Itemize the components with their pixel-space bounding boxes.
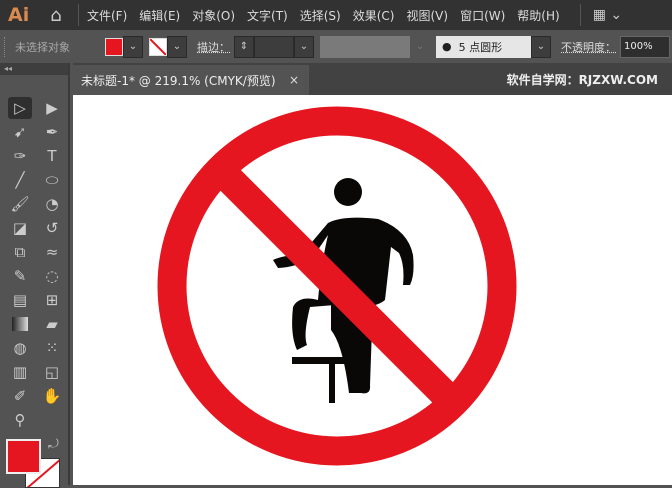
artboard-canvas[interactable] xyxy=(73,95,672,485)
artboard-tool-icon[interactable]: ◱ xyxy=(40,361,64,383)
app-logo: Ai xyxy=(8,4,30,26)
eyedropper-tool-icon[interactable]: ▰ xyxy=(40,313,64,335)
symbol-sprayer-tool-icon[interactable]: ⁙ xyxy=(40,337,64,359)
mesh-tool-icon[interactable]: ⊞ xyxy=(40,289,64,311)
type-tool-icon[interactable]: T xyxy=(40,145,64,167)
selection-tool-icon[interactable]: ▷ xyxy=(8,97,32,119)
workspace-switcher-icon[interactable]: ▦ ⌄ xyxy=(593,7,622,23)
zoom-tool-icon[interactable]: ⚲ xyxy=(8,409,32,431)
opacity-input[interactable]: 100% xyxy=(620,35,670,58)
home-icon[interactable]: ⌂ xyxy=(42,4,70,26)
brush-label: 5 点圆形 xyxy=(458,40,503,54)
column-graph-tool-icon[interactable]: ▥ xyxy=(8,361,32,383)
swap-colors-icon[interactable]: ⤾ xyxy=(48,437,59,452)
warp-tool-icon[interactable]: ≈ xyxy=(40,241,64,263)
document-tab[interactable]: 未标题-1* @ 219.1% (CMYK/预览) × xyxy=(73,65,309,95)
chevron-down-icon[interactable]: ⌄ xyxy=(531,35,551,58)
stroke-label: 描边： xyxy=(197,40,230,54)
menu-file[interactable]: 文件(F) xyxy=(87,7,127,24)
curvature-tool-icon[interactable]: ✑ xyxy=(8,145,32,167)
stroke-none-swatch[interactable] xyxy=(149,37,167,56)
menu-view[interactable]: 视图(V) xyxy=(406,7,448,24)
stepper-icon[interactable]: ⇕ xyxy=(234,35,254,58)
stroke-weight-input[interactable] xyxy=(254,35,294,58)
menu-object[interactable]: 对象(O) xyxy=(192,7,235,24)
menu-edit[interactable]: 编辑(E) xyxy=(139,7,180,24)
stroke-weight-field[interactable]: ⇕ ⌄ xyxy=(234,35,314,58)
fill-color-control[interactable]: ⌄ xyxy=(105,35,143,58)
scale-tool-icon[interactable]: ⧉ xyxy=(8,241,32,263)
divider xyxy=(78,4,79,26)
ellipse-tool-icon[interactable]: ⬭ xyxy=(40,169,64,191)
menu-effect[interactable]: 效果(C) xyxy=(353,7,395,24)
chevron-down-icon[interactable]: ⌄ xyxy=(123,35,143,58)
hand-tool-icon[interactable]: ✋ xyxy=(40,385,64,407)
eraser-tool-icon[interactable]: ◪ xyxy=(8,217,32,239)
chevron-down-icon[interactable]: ⌄ xyxy=(410,35,430,58)
document-tab-bar: 未标题-1* @ 219.1% (CMYK/预览) × 软件自学网：RJZXW.… xyxy=(73,63,672,95)
brush-definition[interactable]: ● 5 点圆形 ⌄ xyxy=(436,35,551,58)
tools-panel: ◂◂ ▷ ▶ ➹ ✒ ✑ T ╱ ⬭ 🖌 ◔ ◪ ↺ ⧉ ≈ ✎ ◌ ▤ ⊞ ▰… xyxy=(0,63,70,488)
slice-tool-icon[interactable]: ✐ xyxy=(8,385,32,407)
shape-builder-tool-icon[interactable]: ◌ xyxy=(40,265,64,287)
collapse-icon[interactable]: ◂◂ xyxy=(0,63,68,75)
watermark-text: 软件自学网：RJZXW.COM xyxy=(506,73,658,87)
direct-selection-tool-icon[interactable]: ▶ xyxy=(40,97,64,119)
magic-wand-tool-icon[interactable]: ➹ xyxy=(8,121,32,143)
rotate-tool-icon[interactable]: ↺ xyxy=(40,217,64,239)
menu-bar: Ai ⌂ 文件(F) 编辑(E) 对象(O) 文字(T) 选择(S) 效果(C)… xyxy=(0,0,672,30)
paintbrush-tool-icon[interactable]: 🖌 xyxy=(8,193,32,215)
line-tool-icon[interactable]: ╱ xyxy=(8,169,32,191)
menu-select[interactable]: 选择(S) xyxy=(300,7,341,24)
selection-status: 未选择对象 xyxy=(15,40,70,54)
close-icon[interactable]: × xyxy=(289,73,299,87)
document-tab-title: 未标题-1* @ 219.1% (CMYK/预览) xyxy=(81,73,276,88)
gradient-tool-icon[interactable] xyxy=(8,313,32,335)
brush-field[interactable]: ● 5 点圆形 xyxy=(436,35,531,58)
divider xyxy=(579,4,581,26)
menu-window[interactable]: 窗口(W) xyxy=(460,7,505,24)
opacity-label: 不透明度： xyxy=(561,40,616,54)
control-bar: 未选择对象 ⌄ ⌄ 描边： ⇕ ⌄ ⌄ ● 5 点圆形 ⌄ 不透明度： 100% xyxy=(0,30,672,63)
perspective-grid-tool-icon[interactable]: ▤ xyxy=(8,289,32,311)
blend-tool-icon[interactable]: ◍ xyxy=(8,337,32,359)
variable-width-profile[interactable]: ⌄ xyxy=(320,35,430,58)
chevron-down-icon[interactable]: ⌄ xyxy=(167,35,187,58)
stroke-color-control[interactable]: ⌄ xyxy=(149,35,187,58)
puppet-warp-tool-icon[interactable]: ✎ xyxy=(8,265,32,287)
menu-help[interactable]: 帮助(H) xyxy=(517,7,559,24)
prohibition-sign xyxy=(157,106,517,466)
pen-tool-icon[interactable]: ✒ xyxy=(40,121,64,143)
shaper-tool-icon[interactable]: ◔ xyxy=(40,193,64,215)
fill-swatch[interactable] xyxy=(105,37,123,56)
grip-handle[interactable] xyxy=(4,36,7,57)
profile-field[interactable] xyxy=(320,35,410,58)
fill-color-box[interactable] xyxy=(6,439,41,474)
chevron-down-icon[interactable]: ⌄ xyxy=(294,35,314,58)
menu-type[interactable]: 文字(T) xyxy=(247,7,288,24)
